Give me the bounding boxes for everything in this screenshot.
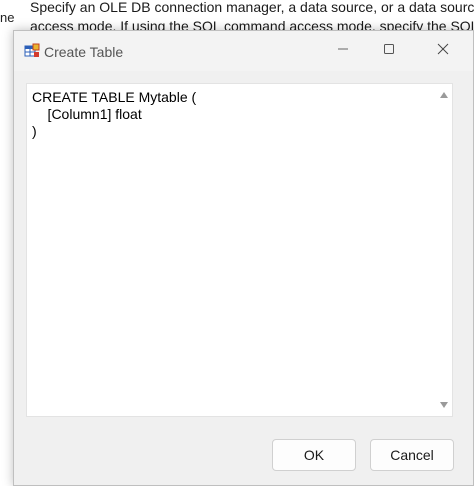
minimize-button[interactable] [320,31,366,71]
maximize-icon [383,42,395,60]
create-table-dialog: Create Table CREATE TABLE Mytable ( [Col… [13,30,474,486]
minimize-icon [337,42,349,60]
sql-text[interactable]: CREATE TABLE Mytable ( [Column1] float ) [32,89,196,140]
close-icon [437,42,449,60]
sql-text-area[interactable]: CREATE TABLE Mytable ( [Column1] float ) [26,83,453,417]
maximize-button[interactable] [366,31,412,71]
cancel-button[interactable]: Cancel [370,439,454,471]
background-description-line-1: Specify an OLE DB connection manager, a … [30,0,474,15]
table-app-icon [24,43,40,59]
dialog-title: Create Table [44,44,124,60]
close-button[interactable] [420,31,466,71]
title-bar[interactable]: Create Table [14,31,473,71]
scroll-up-icon[interactable] [440,92,448,98]
vertical-scrollbar[interactable] [435,84,452,416]
background-sidebar-text: ner [0,10,14,25]
ok-button[interactable]: OK [272,439,356,471]
scroll-down-icon[interactable] [440,402,448,408]
